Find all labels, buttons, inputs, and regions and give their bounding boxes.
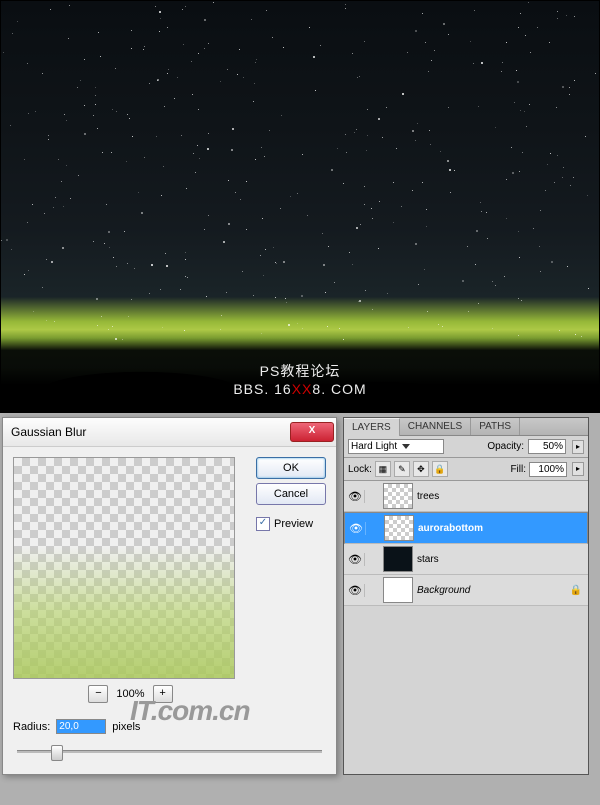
layer-row[interactable]: 👁 stars [344,544,588,575]
lock-brush-icon[interactable]: ✎ [394,461,410,477]
layer-list: 👁 trees 👁 aurorabottom 👁 stars 👁 Background🔒 [344,481,588,606]
lock-label: Lock: [348,464,372,475]
zoom-out-button[interactable]: − [88,685,108,703]
opacity-arrow-icon[interactable]: ▸ [572,440,584,454]
layer-row[interactable]: 👁 trees [344,481,588,512]
layer-row[interactable]: 👁 Background🔒 [344,575,588,606]
fill-arrow-icon[interactable]: ▸ [572,462,584,476]
layer-row[interactable]: 👁 aurorabottom [344,512,588,544]
fill-label: Fill: [510,464,526,475]
ok-button[interactable]: OK [256,457,326,479]
tab-paths[interactable]: PATHS [471,418,520,435]
layer-thumbnail[interactable] [384,515,414,541]
visibility-eye-icon[interactable]: 👁 [346,490,365,503]
preview-checkbox-row[interactable]: ✓ Preview [256,517,326,531]
visibility-eye-icon[interactable]: 👁 [347,522,366,535]
lock-icon: 🔒 [570,585,582,596]
opacity-input[interactable]: 50% [528,439,566,454]
preview-label: Preview [274,518,313,530]
dialog-titlebar[interactable]: Gaussian Blur X [3,418,336,447]
panel-tabs: LAYERS CHANNELS PATHS [344,418,588,436]
layer-thumbnail[interactable] [383,483,413,509]
lock-move-icon[interactable]: ✥ [413,461,429,477]
lock-transparency-icon[interactable]: ▦ [375,461,391,477]
layer-thumbnail[interactable] [383,577,413,603]
cancel-button[interactable]: Cancel [256,483,326,505]
checkbox-icon[interactable]: ✓ [256,517,270,531]
tab-layers[interactable]: LAYERS [344,418,400,436]
layer-name[interactable]: aurorabottom [418,523,585,534]
page-watermark: IT.com.cn [130,695,250,727]
layer-thumbnail[interactable] [383,546,413,572]
lock-all-icon[interactable]: 🔒 [432,461,448,477]
blur-preview[interactable] [13,457,235,679]
watermark-line2: BBS. 16XX8. COM [1,381,599,397]
close-icon[interactable]: X [290,422,334,442]
blend-mode-select[interactable]: Hard Light [348,439,444,454]
radius-input[interactable]: 20,0 [56,719,106,734]
dialog-title: Gaussian Blur [11,425,290,439]
visibility-eye-icon[interactable]: 👁 [346,584,365,597]
radius-label: Radius: [13,721,50,733]
layer-name[interactable]: trees [417,491,586,502]
watermark-text: PS教程论坛 BBS. 16XX8. COM [1,361,599,397]
tab-channels[interactable]: CHANNELS [400,418,471,435]
slider-thumb[interactable] [51,745,63,761]
layers-panel: LAYERS CHANNELS PATHS Hard Light Opacity… [343,417,589,775]
visibility-eye-icon[interactable]: 👁 [346,553,365,566]
radius-slider[interactable] [17,742,322,760]
opacity-label: Opacity: [487,441,524,452]
canvas-preview: PS教程论坛 BBS. 16XX8. COM [0,0,600,413]
watermark-line1: PS教程论坛 [1,361,599,381]
fill-input[interactable]: 100% [529,462,567,477]
layer-name[interactable]: Background [417,585,570,596]
layer-name[interactable]: stars [417,554,586,565]
